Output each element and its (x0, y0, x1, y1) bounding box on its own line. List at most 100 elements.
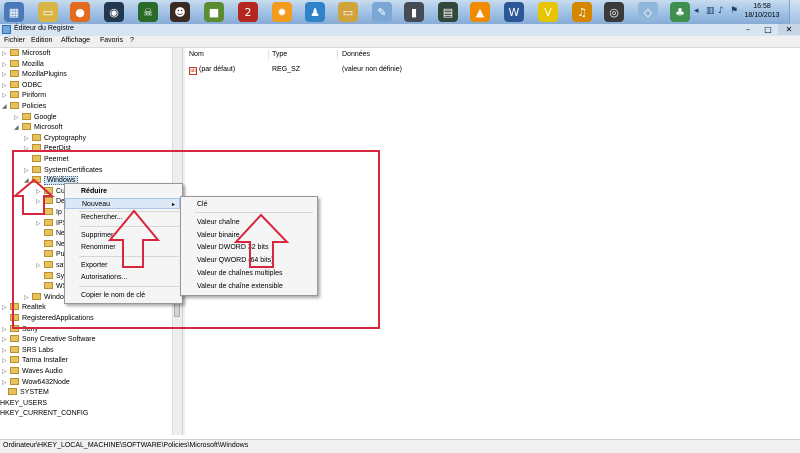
expand-arrow-icon[interactable]: ▷ (2, 60, 10, 70)
expand-arrow-icon[interactable]: ▷ (24, 293, 32, 303)
tree-item[interactable]: ▷ Sony (2, 324, 38, 335)
spider-solitaire-icon[interactable]: ♣ (670, 2, 690, 22)
tree-item[interactable]: ▷ Waves Audio (2, 367, 63, 377)
menu-help[interactable]: ? (130, 37, 134, 44)
tray-flag-icon[interactable]: ⚑ (730, 6, 738, 16)
column-header-data[interactable]: Données (342, 51, 370, 58)
menu-edition[interactable]: Edition (31, 37, 52, 44)
v-app-icon[interactable]: V (538, 2, 558, 22)
network-meter-icon[interactable]: ▤ (438, 2, 458, 22)
menu-item-supprimer[interactable]: Supprimer (65, 230, 180, 241)
collapse-arrow-icon[interactable]: ◢ (2, 102, 10, 112)
expand-arrow-icon[interactable]: ▷ (2, 325, 10, 335)
tree-item[interactable]: HKEY_CURRENT_CONFIG (0, 409, 88, 419)
vlc-icon[interactable]: ▲ (470, 2, 490, 22)
menu-item-copier-nom-cle[interactable]: Copier le nom de clé (65, 290, 180, 301)
tree-item[interactable]: ▷ Piriform (2, 91, 46, 101)
steam-icon[interactable]: ◉ (104, 2, 124, 22)
tree-item[interactable]: ▷ saf (36, 261, 65, 271)
virtual-drive-icon[interactable]: ◇ (638, 2, 658, 22)
expand-arrow-icon[interactable]: ▷ (2, 91, 10, 101)
column-header-name[interactable]: Nom (189, 51, 204, 58)
tree-item[interactable]: ▷ MozillaPlugins (2, 70, 67, 80)
submenu-item-chaine[interactable]: Valeur chaîne (181, 217, 315, 228)
game-2-icon[interactable]: 2 (238, 2, 258, 22)
expand-arrow-icon[interactable]: ▷ (24, 166, 32, 176)
tray-volume-icon[interactable]: ♪ (718, 6, 724, 16)
collapse-arrow-icon[interactable]: ◢ (24, 176, 32, 186)
expand-arrow-icon[interactable]: ▷ (36, 219, 44, 229)
menu-fichier[interactable]: Fichier (4, 37, 25, 44)
tree-item[interactable]: Sy (36, 271, 64, 282)
submenu-item-chaine-extensible[interactable]: Valeur de chaîne extensible (181, 281, 315, 292)
menu-item-reduire[interactable]: Réduire (65, 186, 180, 197)
disc-tool-icon[interactable]: ◎ (604, 2, 624, 22)
tree-item[interactable]: Peernet (24, 155, 69, 165)
collapse-arrow-icon[interactable]: ◢ (14, 123, 22, 133)
column-separator[interactable] (337, 50, 338, 60)
submenu-item-qword[interactable]: Valeur QWORD (64 bits) (181, 255, 315, 266)
submenu-item-multi-chaines[interactable]: Valeur de chaînes multiples (181, 268, 315, 279)
expand-arrow-icon[interactable]: ▷ (2, 70, 10, 80)
windows-explorer-icon[interactable]: ▦ (4, 2, 24, 22)
expand-arrow-icon[interactable]: ▷ (2, 346, 10, 356)
tree-item[interactable]: ◢ Microsoft (14, 123, 62, 133)
firefox-icon[interactable]: ● (70, 2, 90, 22)
show-desktop-button[interactable] (789, 0, 800, 24)
tree-item[interactable]: ▷ Tarma Installer (2, 356, 68, 366)
phone-tool-icon[interactable]: ▮ (404, 2, 424, 22)
taskbar-clock[interactable]: 16:58 18/10/2013 (742, 2, 782, 20)
word-icon[interactable]: W (504, 2, 524, 22)
menu-favoris[interactable]: Favoris (100, 37, 123, 44)
minecraft-icon[interactable]: ■ (204, 2, 224, 22)
submenu-item-binaire[interactable]: Valeur binaire (181, 230, 315, 241)
column-separator[interactable] (268, 50, 269, 60)
maximize-button[interactable]: □ (758, 24, 778, 35)
tree-item[interactable]: ▷ ODBC (2, 80, 42, 91)
tree-item[interactable]: ▷ SRS Labs (2, 345, 54, 356)
expand-arrow-icon[interactable]: ▷ (36, 197, 44, 207)
tree-item[interactable]: Ip (36, 208, 62, 218)
menu-item-exporter[interactable]: Exporter (65, 260, 180, 271)
expand-arrow-icon[interactable]: ▷ (2, 49, 10, 59)
tree-item[interactable]: ▷ IPS (36, 218, 67, 229)
tree-item[interactable]: ▷ Cryptography (24, 133, 86, 144)
tree-item[interactable]: ▷ Mozilla (2, 59, 44, 70)
tray-arrow-icon[interactable]: ◂ (694, 6, 699, 16)
tree-item[interactable]: ▷ Sony Creative Software (2, 335, 96, 345)
expand-arrow-icon[interactable]: ▷ (36, 261, 44, 271)
tree-item[interactable]: ▷ Windo (24, 292, 64, 303)
expand-arrow-icon[interactable]: ▷ (24, 144, 32, 154)
pictures-folder-icon[interactable]: ▭ (338, 2, 358, 22)
minimize-button[interactable]: – (738, 24, 758, 35)
tree-item[interactable]: WS (36, 282, 67, 292)
character-game-icon[interactable]: ☻ (170, 2, 190, 22)
menu-item-renommer[interactable]: Renommer (65, 242, 180, 253)
expand-arrow-icon[interactable]: ▷ (2, 335, 10, 345)
tree-item[interactable]: ▷ Microsoft (2, 49, 50, 59)
expand-arrow-icon[interactable]: ▷ (2, 356, 10, 366)
submenu-item-dword[interactable]: Valeur DWORD 32 bits (181, 242, 315, 253)
tree-item[interactable]: ▷ Google (14, 112, 57, 123)
tree-item[interactable]: ▷ PeerDist (24, 144, 71, 154)
tree-item[interactable]: SYSTEM (0, 388, 49, 398)
folder-icon[interactable]: ▭ (38, 2, 58, 22)
expand-arrow-icon[interactable]: ▷ (2, 303, 10, 313)
tree-item[interactable]: ▷ Cu (36, 186, 65, 197)
expand-arrow-icon[interactable]: ▷ (2, 367, 10, 377)
tree-item[interactable]: Pu (36, 250, 65, 260)
tree-item[interactable]: ▷ Realtek (2, 303, 46, 313)
expand-arrow-icon[interactable]: ▷ (2, 81, 10, 91)
tree-item[interactable]: Ne (36, 229, 65, 239)
expand-arrow-icon[interactable]: ▷ (36, 187, 44, 197)
tray-network-icon[interactable]: ▥ (706, 6, 715, 16)
tree-item[interactable]: ▷ Wow6432Node (2, 377, 70, 388)
expand-arrow-icon[interactable]: ▷ (24, 134, 32, 144)
tree-item[interactable]: Ne (36, 239, 65, 250)
messenger-icon[interactable]: ♟ (305, 2, 325, 22)
submenu-item-cle[interactable]: Clé (181, 199, 315, 210)
menu-item-rechercher[interactable]: Rechercher... (65, 212, 180, 223)
tree-item[interactable]: ▷ SystemCertificates (24, 165, 102, 176)
tree-item[interactable]: ◢ Policies (2, 102, 46, 112)
tree-item[interactable]: RegisteredApplications (2, 314, 94, 324)
